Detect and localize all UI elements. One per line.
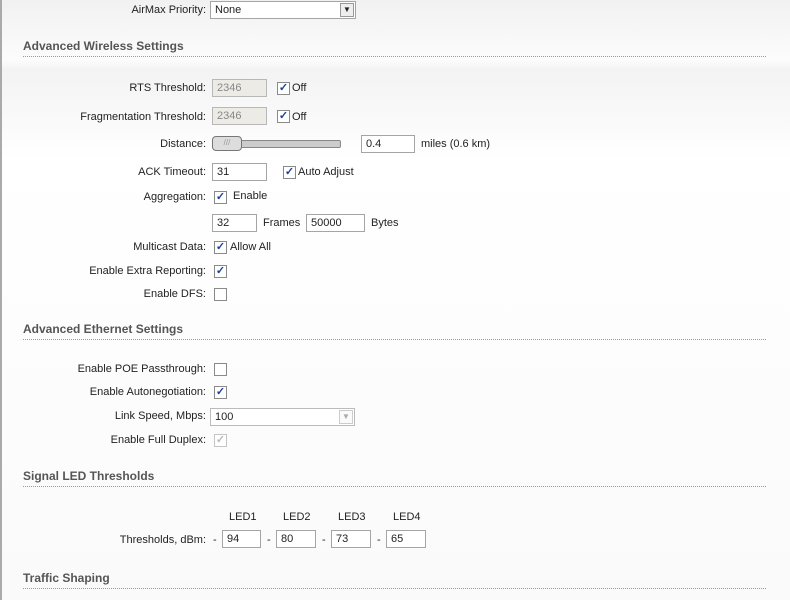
distance-input[interactable]: 0.4 [361,135,415,153]
thresholds-label: Thresholds, dBm: [119,534,206,546]
extra-reporting-checkbox[interactable]: ✓ [214,265,227,278]
multicast-checkbox[interactable]: ✓ [214,241,227,254]
distance-unit: miles (0.6 km) [421,138,491,150]
full-duplex-checkbox[interactable]: ✓ [214,434,227,447]
minus-sign: - [322,534,326,546]
link-speed-select[interactable]: 100 ▼ [210,408,355,426]
section-signal-led: Signal LED Thresholds [23,469,766,487]
led3-header: LED3 [338,511,366,523]
autoneg-label: Enable Autonegotiation: [89,386,206,398]
led4-input[interactable]: 65 [386,530,426,548]
led1-input[interactable]: 94 [222,530,261,548]
minus-sign: - [377,534,381,546]
ack-input[interactable]: 31 [212,163,267,181]
minus-sign: - [213,534,217,546]
dfs-label: Enable DFS: [143,288,206,300]
frag-off-checkbox[interactable]: ✓ [277,110,290,123]
led4-header: LED4 [393,511,421,523]
poe-checkbox[interactable] [214,363,227,376]
autoneg-checkbox[interactable]: ✓ [214,386,227,399]
frames-input[interactable]: 32 [212,214,257,232]
rts-label: RTS Threshold: [129,82,206,94]
section-advanced-wireless: Advanced Wireless Settings [23,39,766,57]
rts-off-checkbox[interactable]: ✓ [277,82,290,95]
chevron-down-icon: ▼ [340,3,354,17]
frag-label: Fragmentation Threshold: [80,111,206,123]
frag-off-label: Off [292,111,307,123]
ack-auto-label: Auto Adjust [298,166,354,178]
airmax-value: None [215,4,242,16]
rts-off-label: Off [292,82,307,94]
ack-label: ACK Timeout: [138,166,206,178]
led2-input[interactable]: 80 [276,530,316,548]
multicast-allow-label: Allow All [230,241,271,253]
dfs-checkbox[interactable] [214,288,227,301]
frames-label: Frames [263,217,301,229]
distance-label: Distance: [160,138,206,150]
multicast-label: Multicast Data: [133,241,206,253]
airmax-label: AirMax Priority: [131,4,206,16]
extra-reporting-label: Enable Extra Reporting: [89,265,206,277]
section-traffic-shaping: Traffic Shaping [23,571,766,589]
ack-auto-checkbox[interactable]: ✓ [283,166,296,179]
led2-header: LED2 [283,511,311,523]
led1-header: LED1 [229,511,257,523]
aggregation-label: Aggregation: [143,191,206,203]
chevron-down-icon: ▼ [339,410,353,424]
poe-label: Enable POE Passthrough: [77,363,206,375]
bytes-input[interactable]: 50000 [306,214,365,232]
aggregation-enable-label: Enable [233,190,268,202]
distance-slider-handle[interactable]: /// [212,136,242,151]
section-advanced-ethernet: Advanced Ethernet Settings [23,322,766,340]
minus-sign: - [267,534,271,546]
aggregation-checkbox[interactable]: ✓ [214,191,227,204]
rts-input[interactable]: 2346 [212,79,267,97]
led3-input[interactable]: 73 [331,530,371,548]
link-speed-label: Link Speed, Mbps: [114,410,206,422]
full-duplex-label: Enable Full Duplex: [110,434,206,446]
bytes-label: Bytes [371,217,399,229]
airmax-select[interactable]: None ▼ [210,1,356,19]
frag-input[interactable]: 2346 [212,107,267,125]
link-speed-value: 100 [215,411,234,423]
